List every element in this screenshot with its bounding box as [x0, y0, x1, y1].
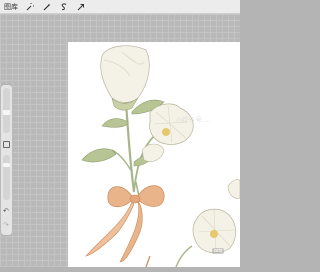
top-toolbar: 图库	[0, 0, 240, 14]
ribbon-bow	[85, 185, 165, 263]
flower-bottom-right	[192, 208, 237, 254]
redo-icon[interactable]: ↷	[3, 221, 9, 229]
leaf-upper-left	[101, 118, 129, 128]
opacity-slider[interactable]	[3, 155, 10, 200]
wrench-icon[interactable]	[24, 1, 36, 13]
flower-bud-small	[141, 143, 165, 162]
gallery-button[interactable]: 图库	[4, 2, 18, 12]
leaf-left	[81, 148, 117, 163]
move-arrow-icon[interactable]	[75, 1, 87, 13]
opacity-thumb[interactable]	[3, 163, 10, 167]
flower-top	[100, 45, 150, 111]
magic-wand-icon[interactable]	[41, 1, 53, 13]
flower-edge-right	[227, 179, 241, 199]
brush-size-thumb[interactable]	[3, 110, 10, 115]
source-badge: arts	[212, 248, 225, 254]
watermark-text: 小红书 号: ...	[176, 118, 211, 124]
selection-s-icon[interactable]	[58, 1, 70, 13]
flower-right-open	[149, 103, 194, 145]
modify-button[interactable]	[3, 141, 10, 148]
flower-artwork	[81, 45, 241, 268]
brush-size-slider[interactable]	[3, 88, 10, 133]
main-stem	[124, 101, 136, 193]
undo-icon[interactable]: ↶	[3, 207, 9, 215]
left-sidebar: ↶ ↷	[1, 85, 12, 235]
drawing-canvas[interactable]	[68, 42, 241, 268]
